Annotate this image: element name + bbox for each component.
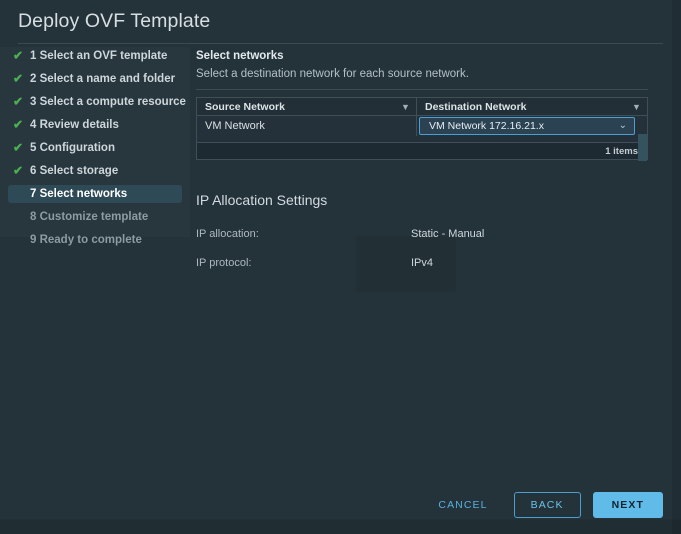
ip-protocol-value: IPv4 [411, 257, 434, 269]
check-icon: ✔ [13, 94, 24, 109]
section-divider [196, 89, 648, 90]
section-subheading: Select a destination network for each so… [196, 68, 469, 80]
sidebar-item-label: 1 Select an OVF template [30, 50, 168, 62]
sidebar-item-select-compute-resource[interactable]: ✔ 3 Select a compute resource [8, 93, 186, 111]
right-edge-strip [672, 0, 681, 534]
next-button[interactable]: NEXT [592, 492, 663, 518]
sidebar-item-select-storage[interactable]: ✔ 6 Select storage [8, 162, 182, 180]
column-header-label: Source Network [205, 100, 285, 113]
ip-allocation-row: IP allocation: Static - Manual [196, 228, 656, 240]
destination-network-select[interactable]: VM Network 172.16.21.x ⌄ [419, 117, 635, 135]
sidebar-item-label: 3 Select a compute resource [30, 96, 186, 108]
sidebar-item-configuration[interactable]: ✔ 5 Configuration [8, 139, 182, 157]
cell-source-network: VM Network [197, 116, 417, 136]
sidebar-item-label: 4 Review details [30, 119, 119, 131]
sidebar-item-label: 7 Select networks [30, 188, 128, 200]
filter-icon[interactable]: ▼ [401, 102, 410, 111]
sidebar-item-label: 6 Select storage [30, 165, 119, 177]
ip-protocol-row: IP protocol: IPv4 [196, 257, 656, 269]
column-header-source-network[interactable]: Source Network ▼ [197, 98, 417, 115]
sidebar-item-ready-to-complete[interactable]: 9 Ready to complete [8, 231, 182, 249]
deploy-ovf-template-wizard: Deploy OVF Template ✔ 1 Select an OVF te… [0, 0, 681, 534]
back-button[interactable]: BACK [513, 492, 581, 518]
sidebar-item-customize-template[interactable]: 8 Customize template [8, 208, 182, 226]
check-icon: ✔ [13, 140, 24, 155]
table-empty-spacer [197, 136, 647, 143]
column-header-label: Destination Network [425, 100, 527, 113]
main-content: Select networks Select a destination net… [196, 50, 656, 269]
sidebar-item-label: 9 Ready to complete [30, 234, 142, 246]
column-header-destination-network[interactable]: Destination Network ▼ [417, 98, 647, 115]
footer-button-group: CANCEL BACK NEXT [428, 492, 663, 518]
sidebar-item-label: 8 Customize template [30, 211, 149, 223]
ip-allocation-value: Static - Manual [411, 228, 485, 240]
page-title: Deploy OVF Template [18, 10, 211, 32]
table-scrollbar-thumb[interactable] [638, 134, 647, 161]
cell-destination-network: VM Network 172.16.21.x ⌄ [417, 116, 647, 136]
table-row: VM Network VM Network 172.16.21.x ⌄ [197, 116, 647, 136]
ip-protocol-label: IP protocol: [196, 257, 252, 269]
sidebar-item-label: 2 Select a name and folder [30, 73, 176, 85]
networks-table: Source Network ▼ Destination Network ▼ V… [196, 97, 648, 161]
ip-allocation-heading: IP Allocation Settings [196, 192, 328, 208]
sidebar-item-select-ovf-template[interactable]: ✔ 1 Select an OVF template [8, 47, 182, 65]
table-footer: 1 items [197, 143, 647, 159]
sidebar-item-review-details[interactable]: ✔ 4 Review details [8, 116, 182, 134]
check-icon: ✔ [13, 71, 24, 86]
cancel-button[interactable]: CANCEL [428, 493, 497, 517]
wizard-footer: CANCEL BACK NEXT [0, 480, 681, 534]
wizard-steps-sidebar: ✔ 1 Select an OVF template ✔ 2 Select a … [0, 47, 190, 246]
table-header-row: Source Network ▼ Destination Network ▼ [197, 98, 647, 116]
sidebar-item-label: 5 Configuration [30, 142, 115, 154]
item-count-label: 1 items [605, 145, 638, 157]
chevron-down-icon[interactable]: ⌄ [619, 121, 627, 131]
title-divider [18, 43, 663, 44]
sidebar-item-select-name-and-folder[interactable]: ✔ 2 Select a name and folder [8, 70, 182, 88]
section-heading: Select networks [196, 50, 284, 62]
sidebar-item-select-networks[interactable]: 7 Select networks [8, 185, 182, 203]
footer-band [0, 520, 681, 534]
check-icon: ✔ [13, 48, 24, 63]
ip-allocation-label: IP allocation: [196, 228, 259, 240]
filter-icon[interactable]: ▼ [632, 102, 641, 111]
check-icon: ✔ [13, 117, 24, 132]
destination-network-selected-value: VM Network 172.16.21.x [429, 120, 544, 132]
check-icon: ✔ [13, 163, 24, 178]
